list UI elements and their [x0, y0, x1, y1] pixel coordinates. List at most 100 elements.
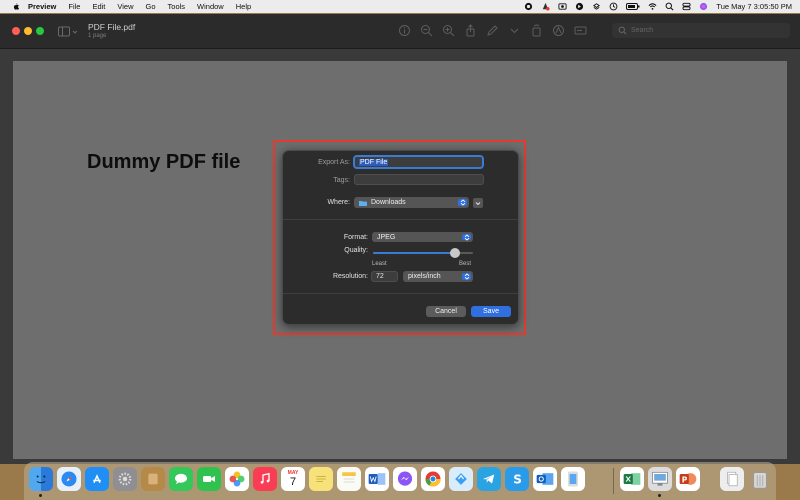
time-machine-icon[interactable]: [609, 2, 618, 11]
export-as-value: PDF File: [359, 158, 389, 166]
skype-icon[interactable]: S: [505, 467, 529, 491]
messenger-icon[interactable]: [393, 467, 417, 491]
screenshot-icon[interactable]: [558, 2, 567, 11]
markup-dropdown-icon[interactable]: [508, 24, 521, 37]
format-popup[interactable]: JPEG: [372, 232, 473, 242]
resolution-unit: pixels/inch: [408, 273, 441, 280]
page-count: 1 page: [88, 33, 107, 39]
documents-icon[interactable]: [720, 467, 744, 491]
cancel-button[interactable]: Cancel: [426, 306, 466, 317]
rotate-icon[interactable]: [530, 24, 543, 37]
sidebar-toggle-icon[interactable]: [58, 25, 80, 37]
apple-icon[interactable]: [12, 2, 20, 11]
zoom-window-button[interactable]: [36, 27, 44, 35]
ios-app-icon[interactable]: [561, 467, 585, 491]
app-store-icon[interactable]: [85, 467, 109, 491]
resolution-unit-popup[interactable]: pixels/inch: [403, 271, 473, 282]
menu-help[interactable]: Help: [236, 2, 251, 11]
powerpoint-icon[interactable]: P: [676, 467, 700, 491]
menu-file[interactable]: File: [68, 2, 80, 11]
quality-slider-fill: [373, 252, 455, 254]
dropbox-icon[interactable]: [592, 2, 601, 11]
highlight-icon[interactable]: [552, 24, 565, 37]
menu-tools[interactable]: Tools: [168, 2, 186, 11]
battery-icon[interactable]: [626, 2, 640, 11]
share-icon[interactable]: [464, 24, 477, 37]
dock: MAY 7 S P: [24, 462, 776, 500]
search-placeholder: Search: [631, 27, 654, 34]
stickies-icon[interactable]: [309, 467, 333, 491]
close-window-button[interactable]: [12, 27, 20, 35]
chevron-updown-icon: [462, 233, 471, 241]
tags-label: Tags:: [333, 177, 350, 184]
quality-label: Quality:: [344, 247, 368, 254]
search-field[interactable]: Search: [612, 23, 790, 38]
menu-clock[interactable]: Tue May 7 3:05:50 PM: [716, 2, 792, 11]
menu-view[interactable]: View: [117, 2, 133, 11]
search-icon: [618, 26, 627, 35]
info-icon[interactable]: [398, 24, 411, 37]
control-center-icon[interactable]: [682, 2, 691, 11]
zoom-out-icon[interactable]: [420, 24, 433, 37]
menu-go[interactable]: Go: [146, 2, 156, 11]
zoom-in-icon[interactable]: [442, 24, 455, 37]
music-icon[interactable]: [253, 467, 277, 491]
running-indicator: [658, 494, 661, 497]
chevron-down-icon: [475, 201, 481, 205]
finder-icon[interactable]: [29, 467, 53, 491]
window-title: PDF File.pdf: [88, 22, 136, 32]
facetime-icon[interactable]: [197, 467, 221, 491]
document-heading: Dummy PDF file: [87, 151, 241, 173]
export-as-label: Export As:: [318, 159, 350, 166]
word-icon[interactable]: [365, 467, 389, 491]
divider: [283, 219, 518, 220]
export-as-field[interactable]: PDF File: [354, 156, 483, 168]
maps-app-icon[interactable]: [449, 467, 473, 491]
resolution-field[interactable]: 72: [371, 271, 398, 282]
notes-icon[interactable]: [337, 467, 361, 491]
svg-text:S: S: [513, 473, 522, 487]
siri-icon[interactable]: [699, 2, 708, 11]
outlook-icon[interactable]: [533, 467, 557, 491]
svg-text:P: P: [682, 475, 688, 484]
export-dialog: Export As: PDF File Tags: Where: Downloa…: [282, 150, 519, 325]
photos-icon[interactable]: [225, 467, 249, 491]
quality-slider-knob[interactable]: [450, 248, 460, 258]
preview-icon[interactable]: [648, 467, 672, 491]
notes-app-icon[interactable]: [141, 467, 165, 491]
tags-field[interactable]: [354, 174, 484, 185]
folder-icon: [359, 200, 367, 206]
where-popup[interactable]: Downloads: [354, 197, 469, 208]
spotlight-search-icon[interactable]: [665, 2, 674, 11]
running-indicator: [39, 494, 42, 497]
notification-app-icon[interactable]: [541, 2, 550, 11]
menu-window[interactable]: Window: [197, 2, 224, 11]
menu-bar: Preview File Edit View Go Tools Window H…: [0, 0, 800, 13]
trash-icon[interactable]: [748, 467, 772, 491]
markup-pen-icon[interactable]: [486, 24, 499, 37]
record-icon[interactable]: [524, 2, 533, 11]
excel-icon[interactable]: [620, 467, 644, 491]
where-label: Where:: [327, 199, 350, 206]
dock-separator: [613, 468, 614, 494]
menu-edit[interactable]: Edit: [92, 2, 105, 11]
quality-min-label: Least: [372, 261, 387, 267]
menu-app-preview[interactable]: Preview: [28, 2, 56, 11]
chevron-updown-icon: [462, 273, 471, 280]
form-fill-icon[interactable]: [574, 24, 587, 37]
chrome-icon[interactable]: [421, 467, 445, 491]
minimize-window-button[interactable]: [24, 27, 32, 35]
wifi-icon[interactable]: [648, 2, 657, 11]
vpn-icon[interactable]: [575, 2, 584, 11]
safari-icon[interactable]: [57, 467, 81, 491]
calendar-day: 7: [289, 476, 297, 488]
telegram-icon[interactable]: [477, 467, 501, 491]
expand-browser-button[interactable]: [473, 198, 483, 208]
status-area: Tue May 7 3:05:50 PM: [524, 0, 792, 13]
format-label: Format:: [343, 234, 368, 241]
messages-icon[interactable]: [169, 467, 193, 491]
save-button[interactable]: Save: [471, 306, 511, 317]
system-settings-icon[interactable]: [113, 467, 137, 491]
quality-slider[interactable]: [373, 248, 473, 258]
calendar-icon[interactable]: MAY 7: [281, 467, 305, 491]
